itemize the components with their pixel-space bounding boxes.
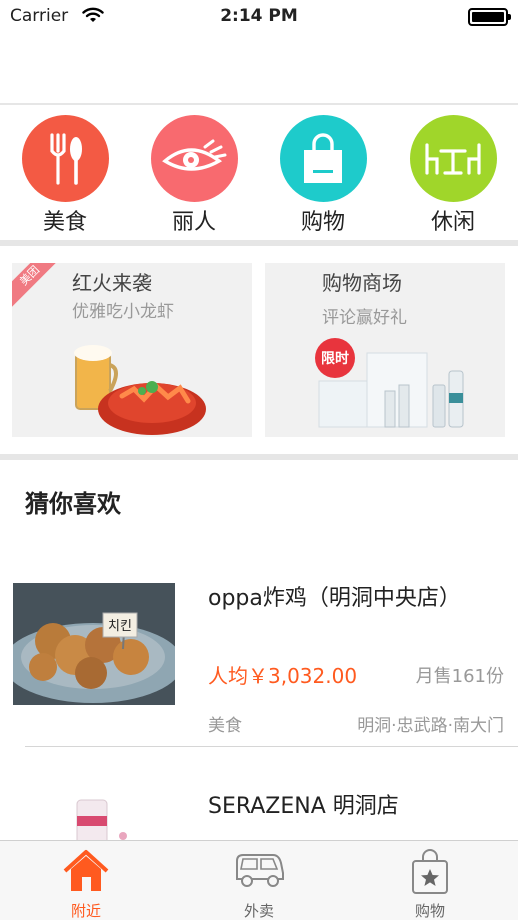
divider [25, 746, 518, 747]
corner-ribbon: 美团 [12, 263, 65, 311]
category-beauty[interactable]: 丽人 [139, 115, 249, 236]
fork-spoon-icon [21, 115, 109, 202]
category-label: 购物 [300, 210, 345, 235]
corner-tag-text: 美团 [17, 263, 43, 289]
promo-card-mall[interactable]: 购物商场 评论赢好礼 限时 [265, 263, 505, 437]
tab-label: 附近 [70, 902, 101, 920]
van-icon [236, 854, 284, 887]
tab-label: 购物 [414, 902, 445, 920]
clock: 2:14 PM [220, 6, 298, 26]
item-name: oppa炸鸡（明洞中央店） [208, 586, 461, 611]
item-category: 美食 [208, 716, 242, 736]
shopping-bag-icon [279, 115, 367, 202]
eye-icon [150, 115, 238, 202]
tab-nearby[interactable]: 附近 [26, 841, 146, 920]
status-bar: Carrier 2:14 PM [0, 0, 518, 34]
divider [0, 240, 518, 246]
category-label: 休闲 [430, 210, 475, 235]
promo-subtitle: 优雅吃小龙虾 [72, 302, 174, 322]
divider [0, 454, 518, 460]
house-icon [63, 850, 109, 891]
shopping-bag-star-icon [412, 849, 448, 894]
category-label: 美食 [42, 210, 87, 235]
category-label: 丽人 [171, 210, 216, 235]
cosmetics-image [318, 352, 464, 428]
battery-icon [468, 8, 511, 26]
divider [0, 103, 518, 105]
category-shopping[interactable]: 购物 [268, 115, 378, 236]
tab-shopping[interactable]: 购物 [370, 841, 490, 920]
item-area: 明洞·忠武路·南大门 [357, 716, 504, 736]
crayfish-beer-image [74, 345, 206, 435]
item-sales: 月售161份 [415, 666, 504, 687]
promo-title: 购物商场 [322, 271, 402, 295]
item-photo: 치킨 [13, 583, 175, 705]
category-food[interactable]: 美食 [10, 115, 120, 236]
promo-subtitle: 评论赢好礼 [322, 308, 407, 328]
promo-card-crayfish[interactable]: 美团 红火来袭 优雅吃小龙虾 [12, 263, 252, 437]
category-grid: 美食 丽人 购物 休闲 [0, 115, 518, 235]
table-chairs-icon [409, 115, 497, 202]
section-title: 猜你喜欢 [25, 490, 121, 518]
tab-label: 外卖 [243, 902, 274, 920]
list-item[interactable]: 치킨 oppa炸鸡（明洞中央店） 人均￥3,032.00 月售161份 美食 明… [0, 580, 518, 746]
item-price: 人均￥3,032.00 [208, 664, 358, 688]
item-name: SERAZENA 明洞店 [208, 794, 399, 819]
flag-label: 치킨 [108, 619, 132, 634]
tab-delivery[interactable]: 外卖 [199, 841, 319, 920]
list-item[interactable]: SERAZENA 明洞店 [0, 788, 518, 840]
item-photo [13, 796, 175, 840]
tab-bar: 附近 外卖 购物 [0, 840, 518, 920]
promo-title: 红火来袭 [72, 271, 152, 295]
category-leisure[interactable]: 休闲 [398, 115, 508, 236]
